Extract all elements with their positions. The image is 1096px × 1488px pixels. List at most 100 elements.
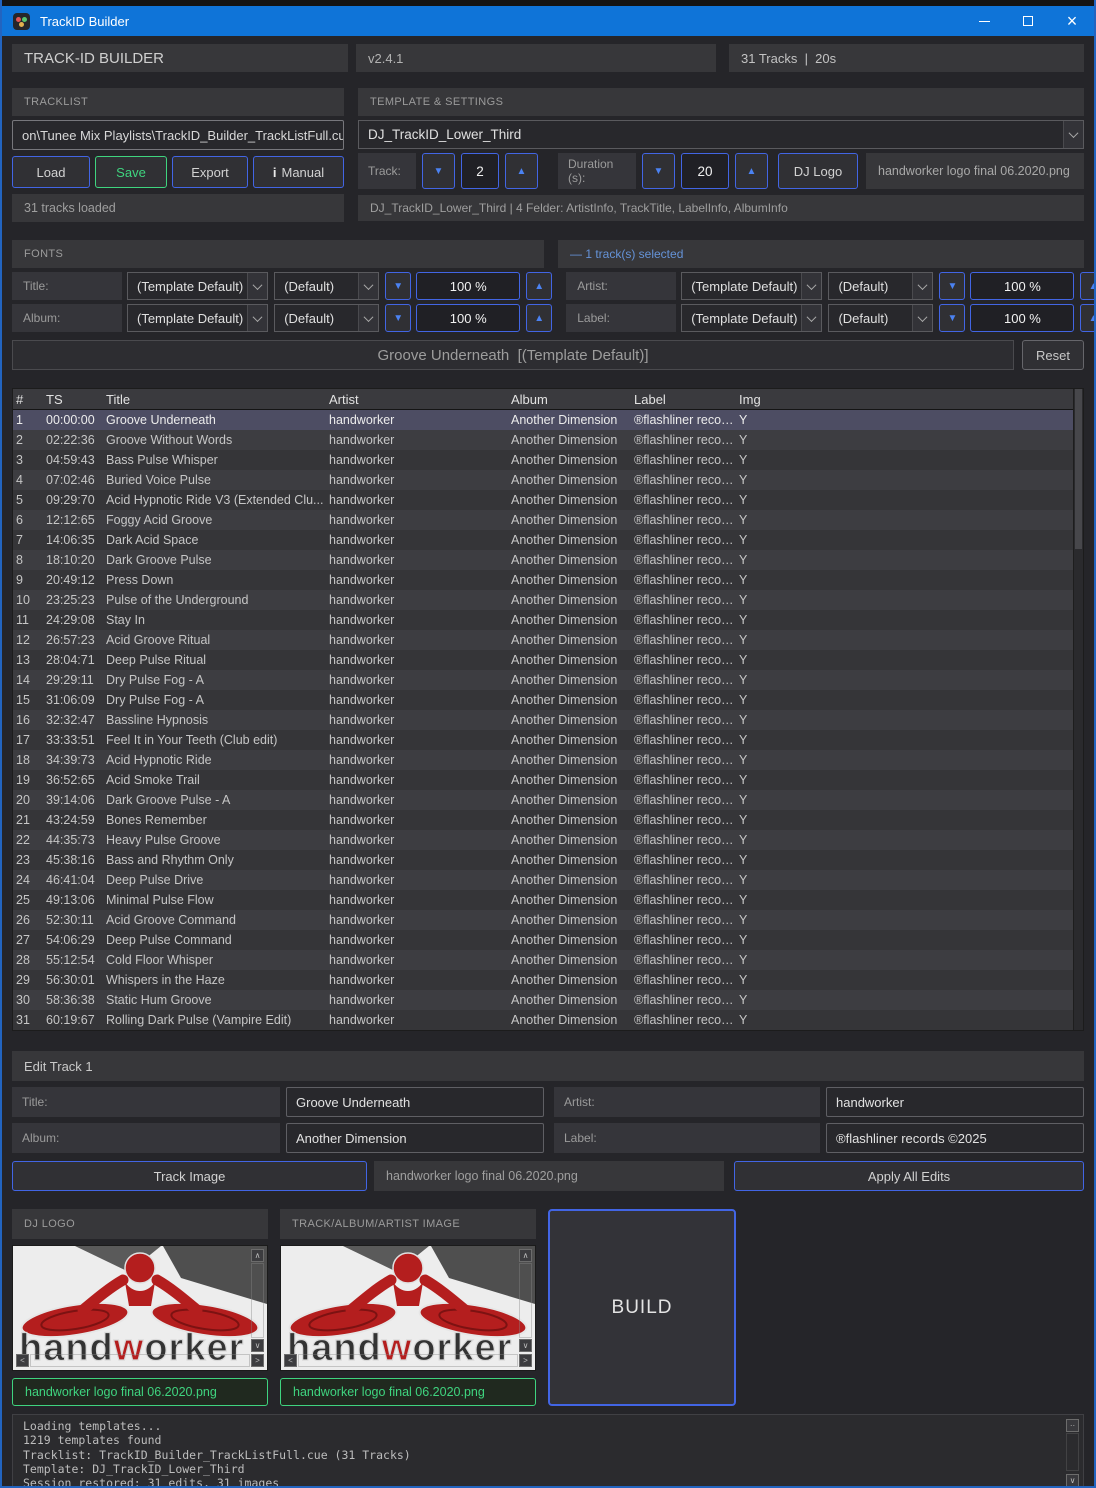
template-select[interactable]: DJ_TrackID_Lower_Third xyxy=(358,120,1084,149)
table-row[interactable]: 1328:04:71Deep Pulse RitualhandworkerAno… xyxy=(13,650,1073,670)
scroll-down-icon[interactable]: ∨ xyxy=(251,1339,264,1352)
table-row[interactable]: 2345:38:16Bass and Rhythm Onlyhandworker… xyxy=(13,850,1073,870)
font-album-style-select[interactable]: (Default) xyxy=(274,304,379,332)
column-header-album[interactable]: Album xyxy=(508,389,631,409)
font-artist-size-down-button[interactable]: ▼ xyxy=(939,272,965,300)
font-album-size-down-button[interactable]: ▼ xyxy=(385,304,411,332)
table-row[interactable]: 1023:25:23Pulse of the Undergroundhandwo… xyxy=(13,590,1073,610)
font-title-style-select[interactable]: (Default) xyxy=(274,272,379,300)
font-album-family-select[interactable]: (Template Default) xyxy=(127,304,268,332)
table-row[interactable]: 509:29:70Acid Hypnotic Ride V3 (Extended… xyxy=(13,490,1073,510)
table-row[interactable]: 920:49:12Press DownhandworkerAnother Dim… xyxy=(13,570,1073,590)
vertical-scrollbar[interactable] xyxy=(251,1263,264,1338)
column-header-title[interactable]: Title xyxy=(103,389,326,409)
table-row[interactable]: 1733:33:51Feel It in Your Teeth (Club ed… xyxy=(13,730,1073,750)
column-header-img[interactable]: Img xyxy=(736,389,1073,409)
font-title-size-down-button[interactable]: ▼ xyxy=(385,272,411,300)
table-row[interactable]: 3058:36:38Static Hum GroovehandworkerAno… xyxy=(13,990,1073,1010)
table-row[interactable]: 2446:41:04Deep Pulse DrivehandworkerAnot… xyxy=(13,870,1073,890)
scroll-right-icon[interactable]: > xyxy=(519,1354,532,1367)
column-header-artist[interactable]: Artist xyxy=(326,389,508,409)
font-artist-family-select[interactable]: (Template Default) xyxy=(681,272,822,300)
font-title-size-value[interactable]: 100 % xyxy=(416,272,520,300)
table-row[interactable]: 612:12:65Foggy Acid GroovehandworkerAnot… xyxy=(13,510,1073,530)
edit-album-field[interactable]: Another Dimension xyxy=(286,1123,544,1153)
font-artist-size-up-button[interactable]: ▲ xyxy=(1080,272,1096,300)
manual-button[interactable]: iManual xyxy=(253,156,344,188)
table-row[interactable]: 2956:30:01Whispers in the Hazehandworker… xyxy=(13,970,1073,990)
load-button[interactable]: Load xyxy=(12,156,90,188)
scroll-up-icon[interactable]: ∧ xyxy=(519,1249,532,1262)
table-scrollbar[interactable] xyxy=(1073,389,1083,1030)
track-image-canvas[interactable]: handworker ∧ ∨ < > xyxy=(280,1245,536,1371)
table-row[interactable]: 1124:29:08Stay InhandworkerAnother Dimen… xyxy=(13,610,1073,630)
track-image-button[interactable]: Track Image xyxy=(12,1161,367,1191)
font-album-size-value[interactable]: 100 % xyxy=(416,304,520,332)
log-scrollbar-track[interactable] xyxy=(1066,1433,1079,1471)
scroll-down-icon[interactable]: ∨ xyxy=(1066,1474,1079,1487)
font-album-size-up-button[interactable]: ▲ xyxy=(526,304,552,332)
font-title-size-up-button[interactable]: ▲ xyxy=(526,272,552,300)
table-row[interactable]: 407:02:46Buried Voice PulsehandworkerAno… xyxy=(13,470,1073,490)
edit-artist-field[interactable]: handworker xyxy=(826,1087,1084,1117)
build-button[interactable]: BUILD xyxy=(548,1209,736,1406)
vertical-scrollbar[interactable] xyxy=(519,1263,532,1338)
table-row[interactable]: 100:00:00Groove UnderneathhandworkerAnot… xyxy=(13,410,1073,430)
scroll-right-icon[interactable]: > xyxy=(251,1354,264,1367)
close-button[interactable]: × xyxy=(1050,6,1094,36)
track-value[interactable]: 2 xyxy=(461,153,499,189)
font-label-size-up-button[interactable]: ▲ xyxy=(1080,304,1096,332)
font-artist-size-value[interactable]: 100 % xyxy=(970,272,1074,300)
column-header-num[interactable]: # xyxy=(13,389,43,409)
table-row[interactable]: 2652:30:11Acid Groove CommandhandworkerA… xyxy=(13,910,1073,930)
tracklist-path-input[interactable]: on\Tunee Mix Playlists\TrackID_Builder_T… xyxy=(12,120,344,150)
log-scrollbar[interactable]: ·· ∨ xyxy=(1063,1415,1083,1488)
table-row[interactable]: 202:22:36Groove Without WordshandworkerA… xyxy=(13,430,1073,450)
scroll-up-icon[interactable]: ∧ xyxy=(251,1249,264,1262)
font-label-size-down-button[interactable]: ▼ xyxy=(939,304,965,332)
scrollbar-thumb[interactable] xyxy=(1075,389,1082,549)
scroll-left-icon[interactable]: < xyxy=(16,1354,29,1367)
maximize-button[interactable] xyxy=(1006,6,1050,36)
table-row[interactable]: 714:06:35Dark Acid SpacehandworkerAnothe… xyxy=(13,530,1073,550)
horizontal-scrollbar[interactable] xyxy=(30,1354,250,1367)
font-title-family-select[interactable]: (Template Default) xyxy=(127,272,268,300)
table-row[interactable]: 304:59:43Bass Pulse WhisperhandworkerAno… xyxy=(13,450,1073,470)
titlebar[interactable]: TrackID Builder × xyxy=(2,6,1094,36)
column-header-label[interactable]: Label xyxy=(631,389,736,409)
column-header-ts[interactable]: TS xyxy=(43,389,103,409)
table-row[interactable]: 818:10:20Dark Groove PulsehandworkerAnot… xyxy=(13,550,1073,570)
save-button[interactable]: Save xyxy=(95,156,167,188)
horizontal-scrollbar[interactable] xyxy=(298,1354,518,1367)
edit-label-field[interactable]: ®flashliner records ©2025 xyxy=(826,1123,1084,1153)
duration-down-button[interactable]: ▼ xyxy=(642,153,675,189)
font-label-family-select[interactable]: (Template Default) xyxy=(681,304,822,332)
table-row[interactable]: 2143:24:59Bones RememberhandworkerAnothe… xyxy=(13,810,1073,830)
table-row[interactable]: 1936:52:65Acid Smoke TrailhandworkerAnot… xyxy=(13,770,1073,790)
table-row[interactable]: 1531:06:09Dry Pulse Fog - AhandworkerAno… xyxy=(13,690,1073,710)
scroll-down-icon[interactable]: ∨ xyxy=(519,1339,532,1352)
table-row[interactable]: 2754:06:29Deep Pulse CommandhandworkerAn… xyxy=(13,930,1073,950)
table-row[interactable]: 1429:29:11Dry Pulse Fog - AhandworkerAno… xyxy=(13,670,1073,690)
track-up-button[interactable]: ▲ xyxy=(505,153,538,189)
font-label-size-value[interactable]: 100 % xyxy=(970,304,1074,332)
font-label-style-select[interactable]: (Default) xyxy=(828,304,933,332)
table-row[interactable]: 1834:39:73Acid Hypnotic RidehandworkerAn… xyxy=(13,750,1073,770)
edit-title-field[interactable]: Groove Underneath xyxy=(286,1087,544,1117)
table-row[interactable]: 2549:13:06Minimal Pulse FlowhandworkerAn… xyxy=(13,890,1073,910)
reset-button[interactable]: Reset xyxy=(1022,340,1084,370)
table-row[interactable]: 2039:14:06Dark Groove Pulse - Ahandworke… xyxy=(13,790,1073,810)
table-row[interactable]: 2855:12:54Cold Floor WhisperhandworkerAn… xyxy=(13,950,1073,970)
track-down-button[interactable]: ▼ xyxy=(422,153,455,189)
dj-logo-canvas[interactable]: handworker ∧ ∨ < > xyxy=(12,1245,268,1371)
dj-logo-button[interactable]: DJ Logo xyxy=(778,153,858,189)
table-row[interactable]: 1226:57:23Acid Groove RitualhandworkerAn… xyxy=(13,630,1073,650)
duration-value[interactable]: 20 xyxy=(681,153,729,189)
font-artist-style-select[interactable]: (Default) xyxy=(828,272,933,300)
table-row[interactable]: 3160:19:67Rolling Dark Pulse (Vampire Ed… xyxy=(13,1010,1073,1030)
table-row[interactable]: 2244:35:73Heavy Pulse GroovehandworkerAn… xyxy=(13,830,1073,850)
log-scrollbar-thumb[interactable]: ·· xyxy=(1066,1419,1079,1432)
minimize-button[interactable] xyxy=(962,6,1006,36)
scroll-left-icon[interactable]: < xyxy=(284,1354,297,1367)
export-button[interactable]: Export xyxy=(172,156,248,188)
